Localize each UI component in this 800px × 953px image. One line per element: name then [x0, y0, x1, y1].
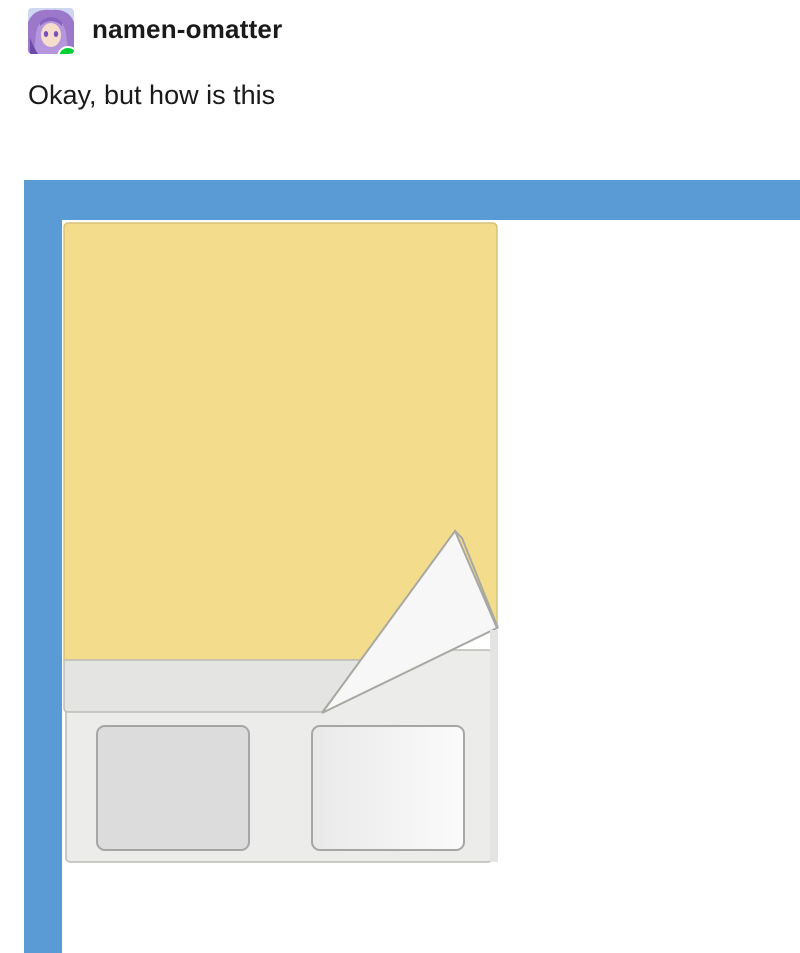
compartment-left — [96, 725, 250, 851]
note-underside — [63, 659, 364, 713]
post-header: namen-omatter — [28, 8, 728, 60]
reblog-icon — [57, 46, 74, 54]
username[interactable]: namen-omatter — [92, 14, 282, 45]
post-image — [24, 180, 800, 953]
avatar[interactable] — [28, 8, 74, 54]
compartment-right — [311, 725, 465, 851]
post-text: Okay, but how is this — [28, 80, 276, 110]
frame-left-bar — [24, 180, 62, 953]
frame-top-bar — [24, 180, 800, 220]
